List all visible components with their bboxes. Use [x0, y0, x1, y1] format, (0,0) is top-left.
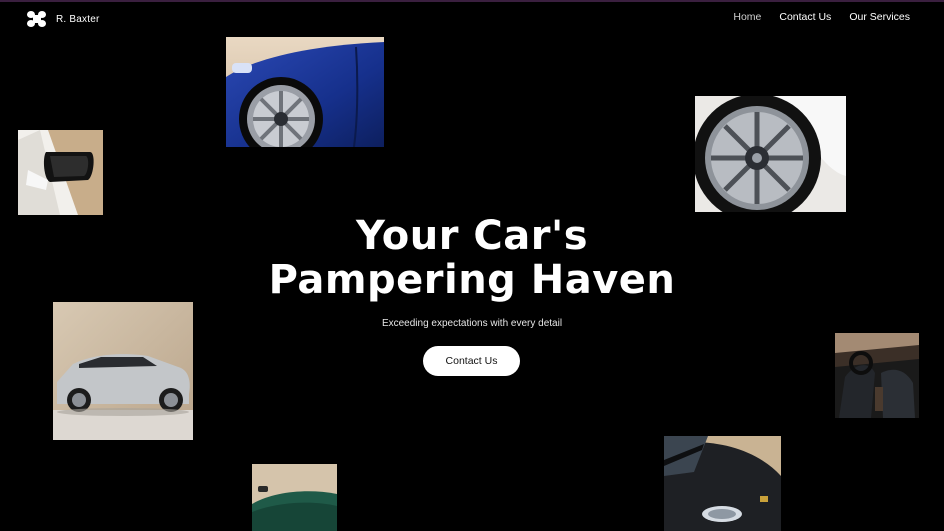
- white-car-mirror-photo: [18, 130, 103, 215]
- main-nav: Home Contact Us Our Services: [733, 11, 910, 23]
- contact-us-button[interactable]: Contact Us: [423, 346, 520, 376]
- logo[interactable]: R. Baxter: [27, 10, 99, 28]
- alloy-wheel-photo: [695, 96, 846, 212]
- nav-contact-us[interactable]: Contact Us: [779, 11, 831, 23]
- nav-our-services[interactable]: Our Services: [849, 11, 910, 23]
- hero-title-line-2: Pampering Haven: [268, 257, 676, 303]
- car-interior-photo: [835, 333, 919, 418]
- brand-name: R. Baxter: [56, 13, 100, 25]
- site-header: R. Baxter Home Contact Us Our Services: [0, 2, 944, 34]
- hero-title: Your Car's Pampering Haven: [0, 214, 944, 302]
- hero-title-line-1: Your Car's: [355, 213, 589, 259]
- hero-subtitle: Exceeding expectations with every detail: [381, 318, 563, 329]
- logo-icon: [27, 11, 47, 27]
- nav-home[interactable]: Home: [733, 11, 761, 23]
- blue-car-wheel-photo: [226, 37, 384, 147]
- green-car-photo: [252, 464, 337, 531]
- black-sports-car-photo: [664, 436, 781, 531]
